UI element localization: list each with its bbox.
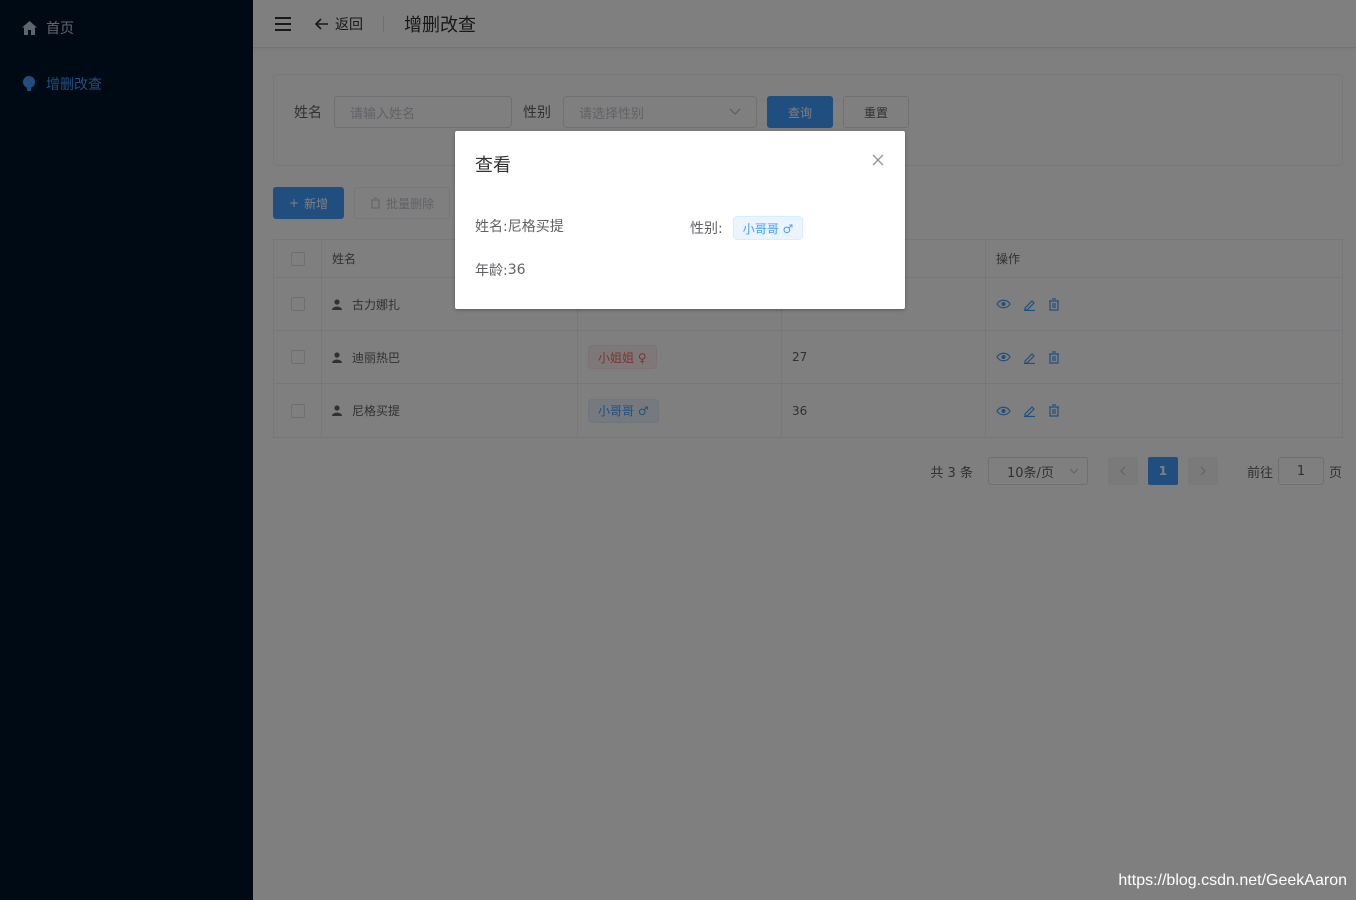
dialog-gender-tag: 小哥哥 ♂ bbox=[732, 216, 804, 240]
dialog-title: 查看 bbox=[475, 155, 511, 176]
dialog-gender-label: 性别: bbox=[690, 221, 723, 237]
dialog-age-label: 年龄: bbox=[475, 263, 508, 279]
dialog-age-row: 年龄: 36 bbox=[475, 260, 526, 280]
dialog-age-value: 36 bbox=[507, 262, 526, 278]
view-dialog: 查看 姓名: 尼格买提 性别: 小哥哥 ♂ 年龄: 36 bbox=[455, 131, 905, 309]
dialog-name-row: 姓名: 尼格买提 bbox=[475, 216, 564, 236]
watermark: https://blog.csdn.net/GeekAaron bbox=[1118, 872, 1347, 889]
dialog-name-value: 尼格买提 bbox=[507, 219, 564, 235]
close-icon[interactable] bbox=[871, 153, 885, 167]
dialog-gender-row: 性别: 小哥哥 ♂ bbox=[690, 216, 804, 240]
dialog-name-label: 姓名: bbox=[475, 219, 508, 235]
